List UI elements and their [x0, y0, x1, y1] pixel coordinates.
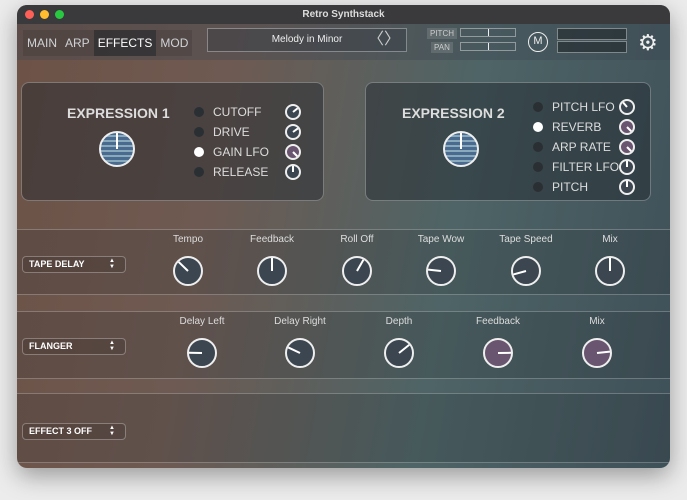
target-toggle[interactable] — [533, 162, 543, 172]
target-label: PITCH — [552, 180, 588, 194]
tab-arp[interactable]: ARP — [61, 30, 94, 56]
expression-target[interactable]: REVERB — [533, 117, 627, 137]
pan-slider[interactable] — [460, 42, 516, 51]
knob-label: Roll Off — [340, 234, 374, 245]
target-label: REVERB — [552, 120, 602, 134]
target-toggle[interactable] — [194, 167, 204, 177]
effect-slot-1: TAPE DELAY ▲▼ Tempo Feedback Roll Off Tape Wo… — [17, 229, 670, 295]
target-label: PITCH LFO — [552, 100, 615, 114]
effect-slot-3: EFFECT 3 OFF ▲▼ — [17, 393, 670, 463]
target-toggle[interactable] — [533, 182, 543, 192]
app-window: Retro Synthstack MAIN ARP EFFECTS MOD Melod… — [17, 5, 670, 468]
minimize-button[interactable] — [40, 10, 49, 19]
knob-label: Mix — [602, 234, 618, 245]
preset-selector[interactable]: Melody in Minor 〈〉 — [207, 28, 407, 52]
knob-label: Feedback — [250, 234, 294, 245]
next-preset-button[interactable]: 〉 — [384, 31, 400, 48]
target-label: GAIN LFO — [213, 145, 270, 159]
target-toggle[interactable] — [533, 102, 543, 112]
expression-knob[interactable] — [99, 131, 135, 167]
effect-type-select[interactable]: FLANGER ▲▼ — [22, 338, 126, 355]
effect-knob[interactable] — [257, 256, 287, 286]
knob-label: Tempo — [172, 234, 203, 245]
m-button[interactable]: M — [528, 32, 548, 52]
effect-knob[interactable] — [285, 338, 315, 368]
expression-target[interactable]: DRIVE — [194, 122, 288, 142]
target-label: FILTER LFO — [552, 160, 620, 174]
effect-knob[interactable] — [483, 338, 513, 368]
gear-icon[interactable]: ⚙ — [638, 30, 658, 56]
tab-effects[interactable]: EFFECTS — [93, 30, 157, 56]
knob-label: Depth — [385, 316, 413, 327]
effect-knob[interactable] — [173, 256, 203, 286]
pitch-label: PITCH — [427, 28, 457, 39]
effect-knob[interactable] — [342, 256, 372, 286]
effect-knob[interactable] — [426, 256, 456, 286]
zoom-button[interactable] — [55, 10, 64, 19]
effect-type-select[interactable]: EFFECT 3 OFF ▲▼ — [22, 423, 126, 440]
top-bar: MAIN ARP EFFECTS MOD Melody in Minor 〈〉 PIT… — [17, 24, 670, 60]
pan-label: PAN — [431, 42, 453, 53]
target-knob[interactable] — [619, 139, 635, 155]
expression-target[interactable]: CUTOFF — [194, 102, 288, 122]
expression-target[interactable]: RELEASE — [194, 162, 288, 182]
target-label: ARP RATE — [552, 140, 611, 154]
expression-title: EXPRESSION 2 — [402, 105, 505, 121]
target-knob[interactable] — [285, 164, 301, 180]
preset-name: Melody in Minor — [271, 34, 343, 45]
expression-target[interactable]: GAIN LFO — [194, 142, 288, 162]
effect-name: TAPE DELAY — [29, 259, 85, 269]
knob-label: Delay Right — [274, 316, 326, 327]
prev-preset-button[interactable]: 〈 — [368, 31, 384, 48]
target-knob[interactable] — [285, 104, 301, 120]
knob-label: Feedback — [476, 316, 520, 327]
level-meter — [557, 41, 627, 53]
effect-name: FLANGER — [29, 341, 73, 351]
expression-title: EXPRESSION 1 — [67, 105, 170, 121]
effect-knob[interactable] — [187, 338, 217, 368]
effect-name: EFFECT 3 OFF — [29, 426, 92, 436]
target-label: CUTOFF — [213, 105, 262, 119]
knob-label: Tape Wow — [417, 234, 465, 245]
target-knob[interactable] — [619, 99, 635, 115]
target-toggle[interactable] — [194, 147, 204, 157]
effect-slot-2: FLANGER ▲▼ Delay Left Delay Right Depth Feedb… — [17, 311, 670, 379]
target-label: RELEASE — [213, 165, 269, 179]
expression-target[interactable]: PITCH — [533, 177, 627, 197]
target-label: DRIVE — [213, 125, 250, 139]
target-knob[interactable] — [619, 179, 635, 195]
tab-mod[interactable]: MOD — [156, 30, 193, 56]
expression-target[interactable]: ARP RATE — [533, 137, 627, 157]
effect-type-select[interactable]: TAPE DELAY ▲▼ — [22, 256, 126, 273]
updown-chevron-icon: ▲▼ — [109, 425, 115, 437]
target-knob[interactable] — [285, 144, 301, 160]
effect-knob[interactable] — [595, 256, 625, 286]
title-bar: Retro Synthstack — [17, 5, 670, 24]
pitch-slider[interactable] — [460, 28, 516, 37]
updown-chevron-icon: ▲▼ — [109, 258, 115, 270]
close-button[interactable] — [25, 10, 34, 19]
window-title: Retro Synthstack — [302, 9, 385, 20]
target-toggle[interactable] — [533, 142, 543, 152]
expression-1-panel: EXPRESSION 1 CUTOFF DRIVE GAIN LFO RELEASE — [21, 82, 324, 201]
target-toggle[interactable] — [194, 127, 204, 137]
target-knob[interactable] — [619, 159, 635, 175]
knob-label: Tape Speed — [499, 234, 553, 245]
target-toggle[interactable] — [194, 107, 204, 117]
knob-label: Delay Left — [179, 316, 225, 327]
target-knob[interactable] — [619, 119, 635, 135]
effect-knob[interactable] — [511, 256, 541, 286]
expression-2-panel: EXPRESSION 2 PITCH LFO REVERB ARP RATE FILTE… — [365, 82, 651, 201]
target-knob[interactable] — [285, 124, 301, 140]
effect-knob[interactable] — [582, 338, 612, 368]
level-meter — [557, 28, 627, 40]
effect-knob[interactable] — [384, 338, 414, 368]
tab-main[interactable]: MAIN — [23, 30, 61, 56]
expression-target[interactable]: PITCH LFO — [533, 97, 627, 117]
expression-target[interactable]: FILTER LFO — [533, 157, 627, 177]
expression-knob[interactable] — [443, 131, 479, 167]
updown-chevron-icon: ▲▼ — [109, 340, 115, 352]
target-toggle[interactable] — [533, 122, 543, 132]
knob-label: Mix — [589, 316, 605, 327]
